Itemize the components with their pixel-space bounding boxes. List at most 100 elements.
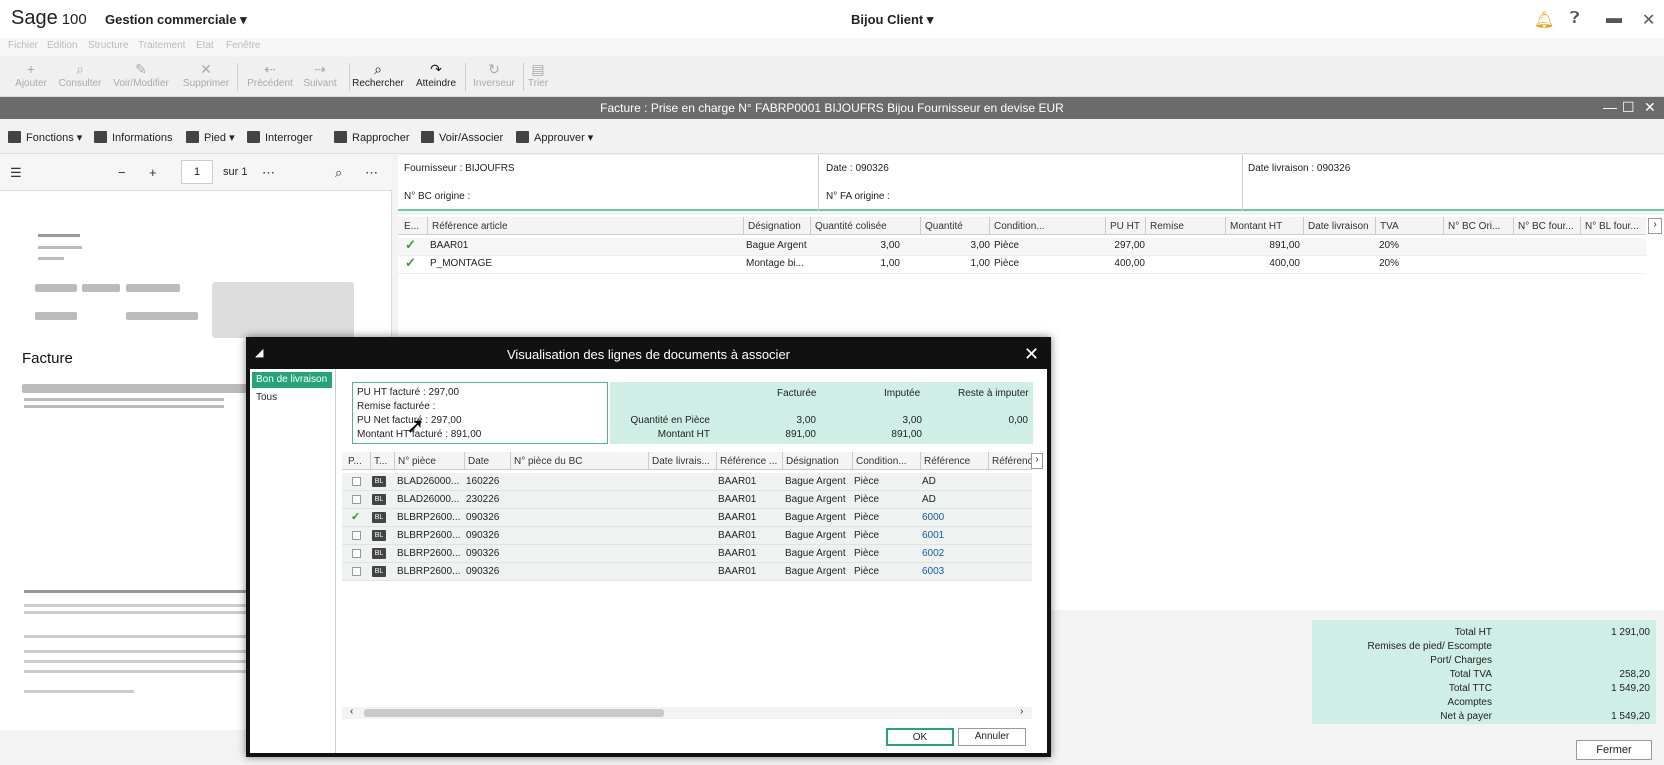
grid-col-header[interactable]: Montant HT xyxy=(1230,221,1282,232)
row-checkbox[interactable] xyxy=(352,495,361,504)
grid-col-header[interactable]: TVA xyxy=(1380,221,1399,232)
zoom-out-icon[interactable]: − xyxy=(118,165,126,180)
grid-col-header[interactable]: N° BC Ori... xyxy=(1448,221,1500,232)
check-icon: ✓ xyxy=(405,237,416,252)
page-number-input[interactable]: 1 xyxy=(181,160,213,184)
checked-icon[interactable]: ✓ xyxy=(351,510,360,523)
list-item-tous[interactable]: Tous xyxy=(256,392,277,403)
grid-col-header[interactable]: Date livraison xyxy=(1308,221,1369,232)
grid-col-header[interactable]: Désignation xyxy=(748,221,801,232)
row-checkbox[interactable] xyxy=(352,567,361,576)
table-row[interactable] xyxy=(398,256,1646,274)
cancel-button[interactable]: Annuler xyxy=(958,728,1026,746)
close-window-icon[interactable]: ✕ xyxy=(1644,99,1656,116)
dialog-col-header[interactable]: Référence xyxy=(924,456,970,467)
fournisseur-field[interactable]: Fournisseur : BIJOUFRS xyxy=(404,163,515,174)
close-app-icon[interactable]: ✕ xyxy=(1642,10,1655,30)
action-1[interactable]: Informations xyxy=(94,131,173,144)
row-reference[interactable]: 6001 xyxy=(922,530,944,541)
action-3[interactable]: Interroger xyxy=(247,131,313,144)
menu-5[interactable]: Fenêtre xyxy=(226,40,260,51)
folder-icon[interactable]: ▬ xyxy=(1606,10,1622,28)
scrollbar-thumb[interactable] xyxy=(364,709,664,717)
row-condition: Pièce xyxy=(854,494,880,505)
action-4[interactable]: Rapprocher xyxy=(334,131,409,144)
zoom-in-icon[interactable]: + xyxy=(149,165,157,180)
date-field[interactable]: Date : 090326 xyxy=(826,163,889,174)
row-qte-colisee: 1,00 xyxy=(880,258,900,269)
grid-col-header[interactable]: E... xyxy=(404,221,419,232)
table-row[interactable] xyxy=(398,238,1646,256)
menu-4[interactable]: Etat xyxy=(196,40,214,51)
action-6[interactable]: Approuver ▾ xyxy=(516,131,593,144)
scroll-left-icon[interactable]: ‹ xyxy=(350,706,353,717)
dialog-close-icon[interactable]: ✕ xyxy=(1024,344,1039,365)
maximize-icon[interactable]: ☐ xyxy=(1622,99,1635,116)
menu-3[interactable]: Traitement xyxy=(138,40,185,51)
grid-col-header[interactable]: Remise xyxy=(1150,221,1184,232)
menu-1[interactable]: Edition xyxy=(47,40,78,51)
row-reference[interactable]: 6003 xyxy=(922,566,944,577)
toolbar-1[interactable]: ⌕ Consulter xyxy=(52,60,108,89)
grid-col-header[interactable]: Quantité colisée xyxy=(815,221,887,232)
date-livraison-field[interactable]: Date livraison : 090326 xyxy=(1248,163,1350,174)
help-icon[interactable]: ❓︎ xyxy=(1570,10,1580,28)
menu-0[interactable]: Fichier xyxy=(8,40,38,51)
toolbar-0[interactable]: + Ajouter xyxy=(3,60,59,89)
more-options-icon[interactable]: ⋯ xyxy=(365,165,378,181)
row-checkbox[interactable] xyxy=(352,549,361,558)
grid-col-header[interactable]: PU HT xyxy=(1110,221,1140,232)
dialog-col-header[interactable]: Référenc xyxy=(992,456,1033,467)
toolbar-4[interactable]: ⇠ Précédent xyxy=(242,60,298,89)
toolbar-6[interactable]: ⌕ Rechercher xyxy=(350,60,406,89)
module-selector[interactable]: Gestion commerciale ▾ xyxy=(105,12,247,28)
search-icon[interactable]: ⌕ xyxy=(335,165,342,181)
dialog-col-header[interactable]: P... xyxy=(348,456,362,467)
toolbar-7[interactable]: ↷ Atteindre xyxy=(408,60,464,89)
bc-origine-field[interactable]: N° BC origine : xyxy=(404,191,470,202)
action-2[interactable]: Pied ▾ xyxy=(186,131,235,144)
dialog-col-header[interactable]: Date xyxy=(468,456,489,467)
row-reference[interactable]: 6002 xyxy=(922,548,944,559)
minimize-icon[interactable]: — xyxy=(1603,99,1617,115)
row-checkbox[interactable] xyxy=(352,477,361,486)
dialog-col-header[interactable]: Date livrais... xyxy=(652,456,710,467)
row-reference[interactable]: 6000 xyxy=(922,512,944,523)
more-icon[interactable]: ⋯ xyxy=(262,165,275,181)
toolbar-icon-7: ↷ xyxy=(430,61,442,77)
company-selector[interactable]: Bijou Client ▾ xyxy=(851,12,933,28)
grid-col-header[interactable]: Référence article xyxy=(432,221,508,232)
close-button[interactable]: Fermer xyxy=(1576,740,1652,760)
grid-col-header[interactable]: N° BC four... xyxy=(1518,221,1574,232)
dialog-col-header[interactable]: Référence ... xyxy=(720,456,777,467)
dialog-col-header[interactable]: N° pièce xyxy=(398,456,436,467)
dialog-col-header[interactable]: T... xyxy=(374,456,387,467)
grid-col-header[interactable]: Quantité xyxy=(925,221,963,232)
action-0[interactable]: Fonctions ▾ xyxy=(8,131,82,144)
col-divider xyxy=(1303,217,1304,235)
dialog-col-header[interactable]: Condition... xyxy=(856,456,907,467)
dialog-scroll-right-icon[interactable]: › xyxy=(1031,453,1043,469)
scroll-right-icon[interactable]: › xyxy=(1648,218,1662,234)
list-icon[interactable]: ☰ xyxy=(10,165,22,181)
menu-2[interactable]: Structure xyxy=(88,40,129,51)
scroll-right-arrow-icon[interactable]: › xyxy=(1020,706,1023,717)
ok-button[interactable]: OK xyxy=(886,728,954,746)
dialog-col-header[interactable]: N° pièce du BC xyxy=(514,456,582,467)
row-checkbox[interactable] xyxy=(352,531,361,540)
toolbar-label-6: Rechercher xyxy=(352,78,404,89)
action-5[interactable]: Voir/Associer xyxy=(421,131,503,144)
toolbar-icon-2: ✎ xyxy=(135,61,147,77)
notification-bell-icon[interactable]: 🔔︎ xyxy=(1534,10,1554,30)
fa-origine-field[interactable]: N° FA origine : xyxy=(826,191,890,202)
grid-col-header[interactable]: N° BL four... xyxy=(1585,221,1639,232)
grid-col-header[interactable]: Condition... xyxy=(994,221,1045,232)
list-item-bon-de-livraison[interactable]: Bon de livraison xyxy=(252,372,332,388)
mouse-cursor-icon: ➚ xyxy=(406,413,425,438)
toolbar-3[interactable]: ✕ Supprimer xyxy=(178,60,234,89)
dialog-col-header[interactable]: Désignation xyxy=(786,456,839,467)
toolbar-2[interactable]: ✎ Voir/Modifier xyxy=(113,60,169,89)
toolbar-9[interactable]: ▤ Trier xyxy=(510,60,566,89)
toolbar-5[interactable]: ⇢ Suivant xyxy=(292,60,348,89)
row-designation: Montage bi... xyxy=(746,258,804,269)
